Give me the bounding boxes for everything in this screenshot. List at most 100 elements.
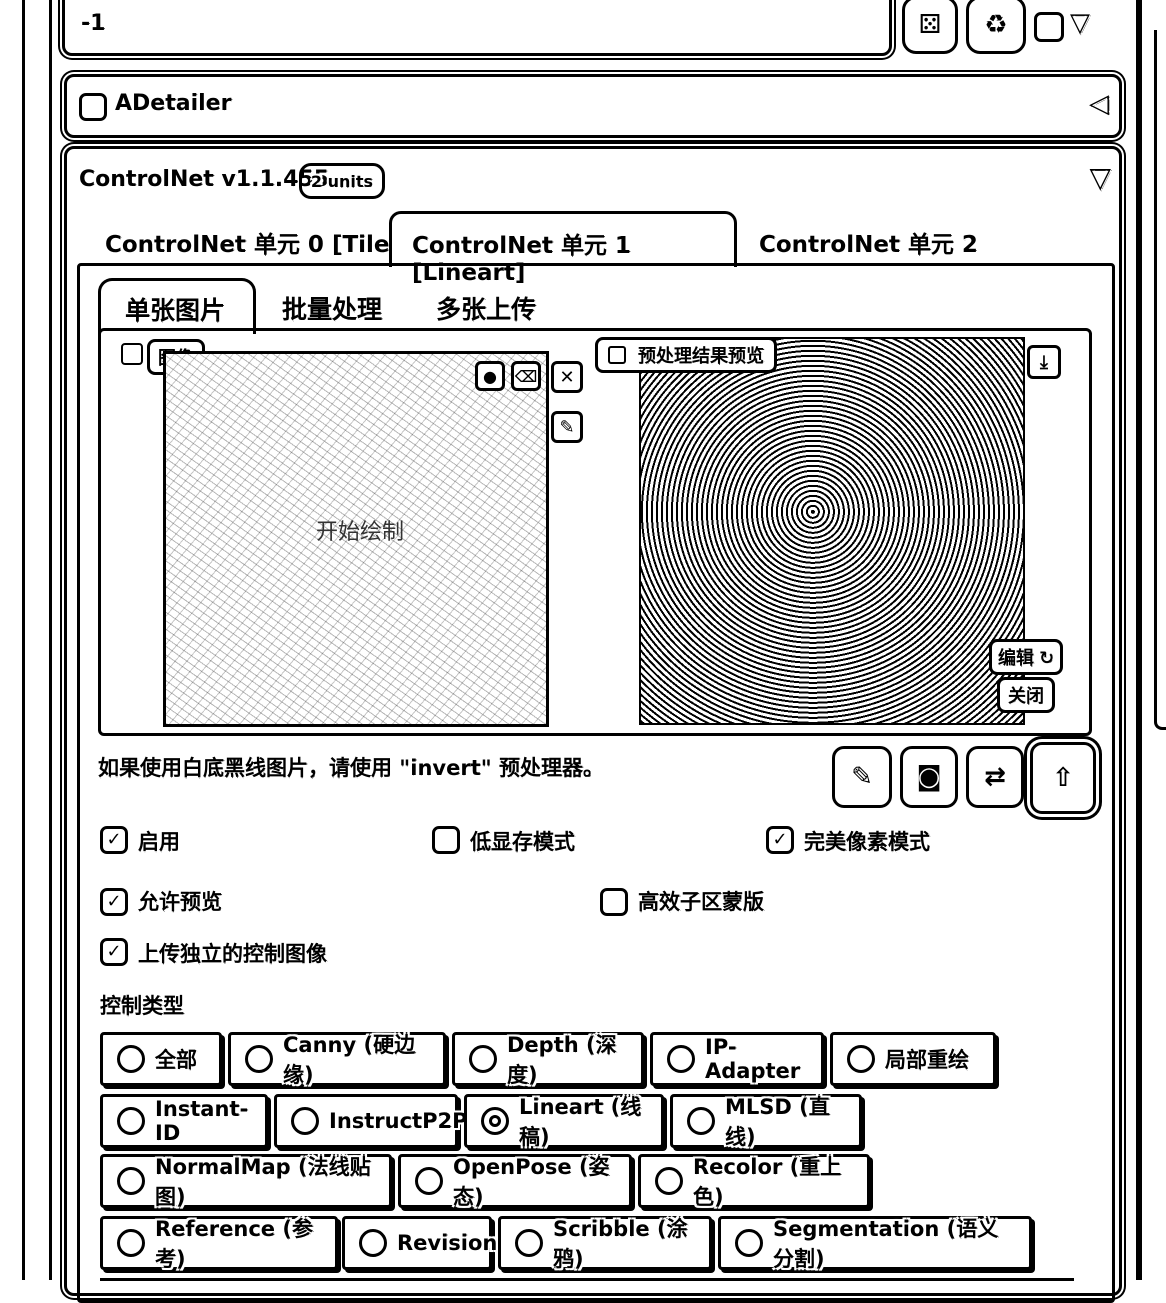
recycle-icon: ♻	[984, 10, 1008, 40]
swap-dimensions-button[interactable]: ⇄	[966, 746, 1024, 808]
collapse-down-icon[interactable]: ▽	[1089, 161, 1111, 194]
pixel-perfect-checkbox[interactable]	[766, 826, 794, 854]
tab-batch[interactable]: 批量处理	[282, 290, 382, 326]
image-label-icon	[121, 343, 143, 365]
send-dimensions-button[interactable]: ⇧	[1030, 742, 1096, 814]
tab-unit-0[interactable]: ControlNet 单元 0 [Tile]	[105, 225, 400, 259]
preview-edit-button[interactable]: 编辑 ↻	[989, 639, 1064, 675]
preprocessor-preview-image	[639, 337, 1025, 725]
allow-preview-checkbox[interactable]	[100, 888, 128, 916]
download-icon: ⤓	[1040, 351, 1048, 373]
enable-checkbox[interactable]	[100, 826, 128, 854]
brush-button[interactable]: ●	[475, 361, 505, 391]
swap-icon: ⇄	[984, 762, 1006, 792]
preview-label-icon	[608, 346, 626, 364]
radio-icon	[291, 1107, 319, 1135]
radio-icon	[847, 1045, 875, 1073]
input-image-canvas[interactable]: 开始绘制	[163, 351, 549, 727]
seed-input[interactable]: -1	[81, 11, 105, 36]
control-type-normalmap[interactable]: NormalMap (法线贴图)	[100, 1154, 392, 1209]
radio-icon	[515, 1229, 543, 1257]
download-preview-button[interactable]: ⤓	[1027, 345, 1061, 379]
lowvram-checkbox[interactable]	[432, 826, 460, 854]
dice-icon: ⚄	[918, 10, 942, 40]
radio-icon	[117, 1167, 145, 1195]
right-panel-fragment	[1154, 30, 1166, 730]
control-type-revision[interactable]: Revision	[342, 1216, 497, 1270]
camera-icon: ◙	[916, 762, 942, 792]
controlnet-accordion: ControlNet v1.1.455 2 units ▽ ControlNet…	[64, 146, 1122, 1303]
control-type-instant-id[interactable]: Instant-ID	[100, 1094, 268, 1148]
radio-icon	[117, 1229, 145, 1257]
edit-image-button[interactable]: ✎	[551, 411, 583, 443]
control-type-ip-adapter[interactable]: IP-Adapter	[650, 1032, 824, 1086]
radio-icon	[687, 1107, 715, 1135]
control-type-all[interactable]: 全部	[100, 1032, 222, 1086]
control-type-reference[interactable]: Reference (参考)	[100, 1216, 338, 1271]
control-type-mlsd[interactable]: MLSD (直线)	[670, 1094, 862, 1149]
allow-preview-label: 允许预览	[138, 890, 222, 914]
collapse-left-icon[interactable]: ◁	[1089, 89, 1109, 119]
units-badge: 2 units	[299, 163, 385, 199]
control-type-row-partial	[100, 1278, 1074, 1298]
tab-single-image[interactable]: 单张图片	[98, 278, 256, 334]
effective-region-mask-checkbox[interactable]	[600, 888, 628, 916]
pen-icon: ✎	[559, 416, 575, 438]
control-type-lineart[interactable]: Lineart (线稿)	[464, 1094, 664, 1149]
upload-arrow-icon: ⇧	[1052, 763, 1074, 793]
clear-image-button[interactable]: ✕	[551, 361, 583, 393]
radio-selected-icon	[481, 1107, 509, 1135]
brush-icon: ●	[483, 366, 497, 386]
control-type-instructp2p[interactable]: InstructP2P	[274, 1094, 468, 1148]
radio-icon	[469, 1045, 497, 1073]
radio-icon	[117, 1107, 145, 1135]
upload-independent-checkbox[interactable]	[100, 938, 128, 966]
eraser-icon: ⌫	[514, 366, 538, 386]
start-drawing-text: 开始绘制	[316, 520, 405, 545]
adetailer-label: ADetailer	[115, 91, 232, 116]
tab-unit-1[interactable]: ControlNet 单元 1 [Lineart]	[389, 211, 737, 286]
control-type-segmentation[interactable]: Segmentation (语义分割)	[718, 1216, 1032, 1271]
upload-independent-label: 上传独立的控制图像	[138, 942, 327, 966]
preview-label: 预处理结果预览	[595, 337, 777, 373]
adetailer-accordion[interactable]: ADetailer ◁	[64, 74, 1122, 138]
unit-panel: 单张图片 批量处理 多张上传 图像 开始绘制 ● ⌫ ✕ ✎	[77, 263, 1115, 1303]
radio-icon	[359, 1229, 387, 1257]
reuse-seed-button[interactable]: ♻	[966, 0, 1026, 54]
tab-multi-upload[interactable]: 多张上传	[436, 290, 536, 326]
control-type-canny[interactable]: Canny (硬边缘)	[228, 1032, 446, 1087]
right-panel-edge	[1136, 0, 1142, 1280]
radio-icon	[245, 1045, 273, 1073]
enable-label: 启用	[138, 830, 180, 854]
effective-region-mask-label: 高效子区蒙版	[638, 890, 764, 914]
eraser-button[interactable]: ⌫	[511, 361, 541, 391]
control-type-label: 控制类型	[100, 994, 184, 1018]
left-panel-edge	[22, 0, 52, 1280]
preview-close-button[interactable]: 关闭	[997, 677, 1055, 713]
controlnet-title: ControlNet v1.1.455	[79, 167, 330, 192]
control-type-openpose[interactable]: OpenPose (姿态)	[398, 1154, 632, 1209]
webcam-button[interactable]: ◙	[900, 746, 958, 808]
radio-icon	[667, 1045, 695, 1073]
seed-input-container[interactable]: -1	[62, 0, 892, 56]
document-edit-icon: ✎	[851, 762, 873, 792]
radio-icon	[655, 1167, 683, 1195]
control-type-scribble[interactable]: Scribble (涂鸦)	[498, 1216, 712, 1271]
adetailer-checkbox[interactable]	[79, 93, 107, 121]
close-icon: ✕	[559, 366, 575, 388]
random-seed-button[interactable]: ⚄	[902, 0, 958, 54]
tab-unit-2[interactable]: ControlNet 单元 2	[759, 225, 978, 259]
new-canvas-button[interactable]: ✎	[832, 746, 892, 808]
control-type-depth[interactable]: Depth (深度)	[452, 1032, 644, 1087]
pixel-perfect-label: 完美像素模式	[804, 830, 930, 854]
control-type-recolor[interactable]: Recolor (重上色)	[638, 1154, 870, 1209]
invert-hint: 如果使用白底黑线图片，请使用 "invert" 预处理器。	[98, 756, 604, 780]
refresh-icon: ↻	[1039, 648, 1055, 669]
radio-icon	[735, 1229, 763, 1257]
control-type-inpaint[interactable]: 局部重绘	[830, 1032, 996, 1086]
extra-seed-checkbox[interactable]	[1034, 12, 1064, 42]
lowvram-label: 低显存模式	[470, 830, 575, 854]
image-area: 图像 开始绘制 ● ⌫ ✕ ✎ 预处理结果预览	[98, 328, 1092, 736]
extra-seed-toggle-icon[interactable]: ▽	[1070, 8, 1090, 38]
radio-icon	[117, 1045, 145, 1073]
